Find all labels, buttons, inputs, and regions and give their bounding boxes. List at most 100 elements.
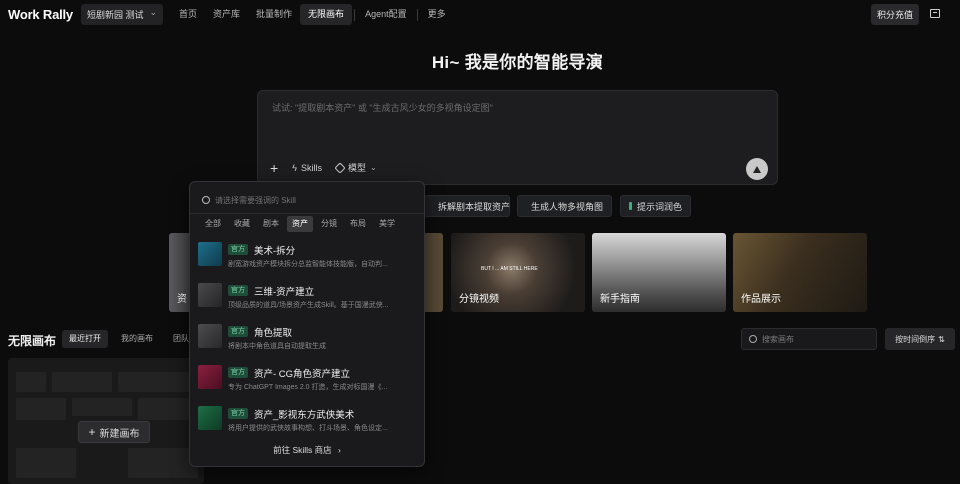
nav-agent-config[interactable]: Agent配置	[357, 4, 415, 25]
thumbnail-storyboard-video[interactable]: BUT I ... AM STILL HERE 分镜视频	[451, 233, 585, 312]
hero-title: Hi~ 我是你的智能导演	[431, 53, 604, 72]
tab-recent[interactable]: 最近打开	[62, 330, 108, 348]
skill-name: 资产- CG角色资产建立	[254, 369, 351, 380]
thumbnail-overlay-text: BUT I ... AM STILL HERE	[481, 266, 538, 272]
prompt-box[interactable]: 试试: "提取剧本资产" 或 "生成古风少女的多视角设定图" + ϟ Skill…	[257, 90, 778, 185]
nav-asset-library[interactable]: 资产库	[205, 4, 248, 25]
add-button[interactable]: +	[270, 159, 279, 176]
thumbnail-label: 分镜视频	[459, 294, 499, 305]
official-badge: 官方	[228, 285, 248, 296]
skill-tab-favorites[interactable]: 收藏	[229, 216, 255, 232]
new-canvas-label: 新建画布	[99, 428, 140, 440]
placeholder-block	[52, 372, 112, 392]
plus-icon: +	[270, 159, 279, 176]
skill-tab-assets[interactable]: 资产	[287, 216, 313, 232]
project-selector[interactable]: 短剧新园 测试 ⌄	[81, 4, 163, 25]
search-icon	[202, 196, 210, 204]
divider	[190, 213, 424, 214]
sort-icon: ⇅	[938, 334, 945, 344]
plus-icon: +	[88, 425, 96, 439]
model-label: 模型	[347, 163, 366, 173]
cube-icon	[334, 161, 346, 174]
new-canvas-button[interactable]: + 新建画布	[78, 421, 150, 443]
bolt-icon: ϟ	[292, 162, 297, 173]
canvas-tabs: 最近打开 我的画布 团队画	[62, 330, 204, 348]
skill-tab-layout[interactable]: 布局	[345, 216, 371, 232]
prompt-toolbar: + ϟ Skills 模型 ⌄	[270, 159, 377, 176]
nav-more[interactable]: 更多	[420, 4, 454, 25]
skill-name: 资产_影视东方武侠美术	[254, 410, 355, 421]
thumbnail-label: 资	[177, 294, 187, 305]
skill-tab-script[interactable]: 剧本	[258, 216, 284, 232]
search-icon	[749, 335, 757, 343]
skill-item[interactable]: 官方 三维-资产建立 顶级品质的道具/场景资产生成Skill。基于国漫武侠...	[190, 279, 424, 320]
skills-button[interactable]: ϟ Skills	[292, 163, 322, 173]
official-badge: 官方	[228, 326, 248, 337]
skill-thumbnail	[198, 406, 222, 430]
skills-label: Skills	[300, 162, 322, 173]
nav-divider	[416, 8, 418, 21]
chip-character-views[interactable]: 生成人物多视角图	[517, 195, 612, 217]
skill-description: 将剧本中角色道具自动提取生成	[228, 343, 326, 350]
chip-extract-assets[interactable]: 拆解剧本提取资产	[424, 195, 510, 217]
thumbnail-label: 作品展示	[741, 294, 781, 305]
chip-label: 提示词润色	[636, 201, 682, 212]
chip-polish-prompt[interactable]: 提示词润色	[620, 195, 691, 217]
skill-item[interactable]: 官方 角色提取 将剧本中角色道具自动提取生成	[190, 320, 424, 361]
official-badge: 官方	[228, 408, 248, 419]
skill-description: 专为 ChatGPT Images 2.0 打造，生成对标国漫《...	[228, 384, 388, 391]
skill-thumbnail	[198, 242, 222, 266]
skills-store-link[interactable]: 前往 Skills 商店 ›	[190, 444, 424, 456]
placeholder-block	[16, 398, 66, 420]
send-button[interactable]	[746, 158, 768, 180]
canvas-search[interactable]	[741, 328, 877, 350]
skill-list: 官方 美术-拆分 剧宽游戏资产模块拆分总监智能体技能版，自动判... 官方 三维…	[190, 238, 424, 443]
placeholder-block	[16, 372, 46, 392]
skill-description: 将用户提供的武侠故事构想、打斗场景、角色设定...	[228, 425, 388, 432]
section-title: 无限画布	[8, 334, 57, 348]
nav-home[interactable]: 首页	[171, 4, 205, 25]
official-badge: 官方	[228, 367, 248, 378]
prompt-placeholder: 试试: "提取剧本资产" 或 "生成古风少女的多视角设定图"	[272, 103, 493, 113]
skill-search[interactable]	[198, 190, 418, 210]
tab-my-canvas[interactable]: 我的画布	[114, 330, 160, 348]
chip-label: 拆解剧本提取资产	[438, 201, 511, 212]
official-badge: 官方	[228, 244, 248, 255]
nav-infinite-canvas[interactable]: 无限画布	[300, 4, 353, 25]
new-canvas-card[interactable]: + 新建画布	[8, 358, 204, 484]
skill-description: 剧宽游戏资产模块拆分总监智能体技能版，自动判...	[228, 261, 388, 268]
project-name: 短剧新园 测试	[87, 10, 144, 20]
sort-button[interactable]: 按时间倒序 ⇅	[885, 328, 955, 350]
thumbnail-showcase[interactable]: 作品展示	[733, 233, 867, 312]
skill-item[interactable]: 官方 美术-拆分 剧宽游戏资产模块拆分总监智能体技能版，自动判...	[190, 238, 424, 279]
canvas-search-input[interactable]	[762, 334, 862, 344]
placeholder-block	[118, 372, 196, 392]
skill-name: 三维-资产建立	[254, 287, 315, 298]
main-nav: 首页 资产库 批量制作 无限画布 Agent配置 更多	[171, 4, 454, 25]
nav-batch[interactable]: 批量制作	[248, 4, 300, 25]
skill-search-input[interactable]	[215, 195, 405, 205]
skill-tab-storyboard[interactable]: 分镜	[316, 216, 342, 232]
thumbnail-beginner-guide[interactable]: 新手指南	[592, 233, 726, 312]
sort-label: 按时间倒序	[895, 334, 936, 344]
model-button[interactable]: 模型 ⌄	[334, 161, 377, 174]
sparkle-icon	[629, 202, 632, 210]
skill-thumbnail	[198, 283, 222, 307]
top-bar: Work Rally 短剧新园 测试 ⌄ 首页 资产库 批量制作 无限画布 Ag…	[0, 0, 960, 30]
app-logo[interactable]: Work Rally	[8, 7, 73, 22]
skill-description: 顶级品质的道具/场景资产生成Skill。基于国漫武侠...	[228, 302, 389, 309]
recharge-credits-button[interactable]: 积分充值	[871, 4, 919, 25]
thumbnail-label: 新手指南	[600, 294, 640, 305]
skill-tab-aesthetics[interactable]: 美学	[374, 216, 400, 232]
placeholder-block	[138, 398, 196, 420]
skill-item[interactable]: 官方 资产- CG角色资产建立 专为 ChatGPT Images 2.0 打造…	[190, 361, 424, 402]
skill-name: 角色提取	[254, 328, 293, 339]
placeholder-block	[72, 398, 132, 416]
skills-store-label: 前往 Skills 商店	[273, 445, 332, 455]
message-icon[interactable]	[930, 9, 940, 18]
skill-thumbnail	[198, 324, 222, 348]
skill-tab-all[interactable]: 全部	[200, 216, 226, 232]
placeholder-block	[128, 448, 198, 478]
chip-label: 生成人物多视角图	[531, 201, 604, 212]
skill-item[interactable]: 官方 资产_影视东方武侠美术 将用户提供的武侠故事构想、打斗场景、角色设定...	[190, 402, 424, 443]
